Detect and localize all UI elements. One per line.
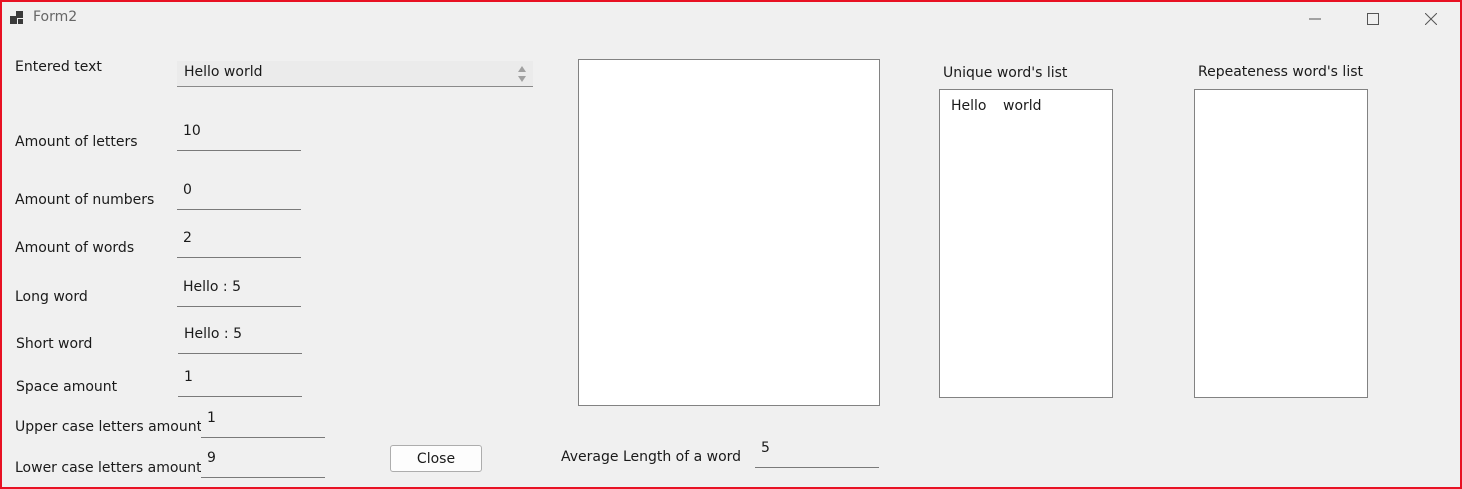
repeat-list-label: Repeateness word's list: [1198, 64, 1363, 80]
space-amount-field[interactable]: 1: [178, 365, 302, 397]
lower-case-label: Lower case letters amount: [15, 460, 202, 476]
amount-numbers-field[interactable]: 0: [177, 178, 301, 210]
short-word-field[interactable]: Hello : 5: [178, 322, 302, 354]
minimize-button[interactable]: [1286, 2, 1344, 36]
average-length-field[interactable]: 5: [755, 436, 879, 468]
long-word-label: Long word: [15, 289, 88, 305]
list-item[interactable]: world: [1003, 98, 1042, 114]
lower-case-value: 9: [207, 450, 216, 466]
minimize-icon: [1309, 18, 1321, 20]
list-item[interactable]: Hello: [951, 98, 987, 114]
close-button[interactable]: Close: [390, 445, 482, 472]
title-bar[interactable]: Form2: [2, 2, 1460, 36]
amount-letters-field[interactable]: 10: [177, 119, 301, 151]
entered-text-value: Hello world: [184, 64, 263, 80]
long-word-value: Hello : 5: [183, 279, 242, 295]
average-length-label: Average Length of a word: [561, 449, 742, 465]
space-amount-label: Space amount: [16, 379, 118, 395]
upper-case-value: 1: [207, 410, 216, 426]
unique-words-listbox[interactable]: Hello world: [939, 89, 1113, 398]
average-length-value: 5: [761, 440, 770, 456]
maximize-icon: [1367, 13, 1379, 25]
upper-case-field[interactable]: 1: [201, 406, 325, 438]
spin-arrows-icon[interactable]: [517, 64, 527, 84]
amount-words-value: 2: [183, 230, 192, 246]
entered-text-field[interactable]: Hello world: [177, 61, 533, 87]
app-icon: [10, 11, 23, 24]
space-amount-value: 1: [184, 369, 193, 385]
long-word-field[interactable]: Hello : 5: [177, 275, 301, 307]
amount-numbers-label: Amount of numbers: [15, 192, 155, 208]
unique-list-label: Unique word's list: [943, 65, 1068, 81]
close-icon: [1425, 13, 1437, 25]
entered-text-label: Entered text: [15, 59, 102, 75]
short-word-value: Hello : 5: [184, 326, 243, 342]
amount-words-label: Amount of words: [15, 240, 135, 256]
lower-case-field[interactable]: 9: [201, 446, 325, 478]
short-word-label: Short word: [16, 336, 93, 352]
text-display-box[interactable]: [578, 59, 880, 406]
amount-letters-value: 10: [183, 123, 201, 139]
amount-letters-label: Amount of letters: [15, 134, 138, 150]
upper-case-label: Upper case letters amount: [15, 419, 203, 435]
maximize-button[interactable]: [1344, 2, 1402, 36]
form-window: Form2 Entered text Hello world Amount of…: [0, 0, 1462, 489]
amount-words-field[interactable]: 2: [177, 226, 301, 258]
window-title: Form2: [33, 9, 78, 25]
repeat-words-listbox[interactable]: [1194, 89, 1368, 398]
close-window-button[interactable]: [1402, 2, 1460, 36]
amount-numbers-value: 0: [183, 182, 192, 198]
